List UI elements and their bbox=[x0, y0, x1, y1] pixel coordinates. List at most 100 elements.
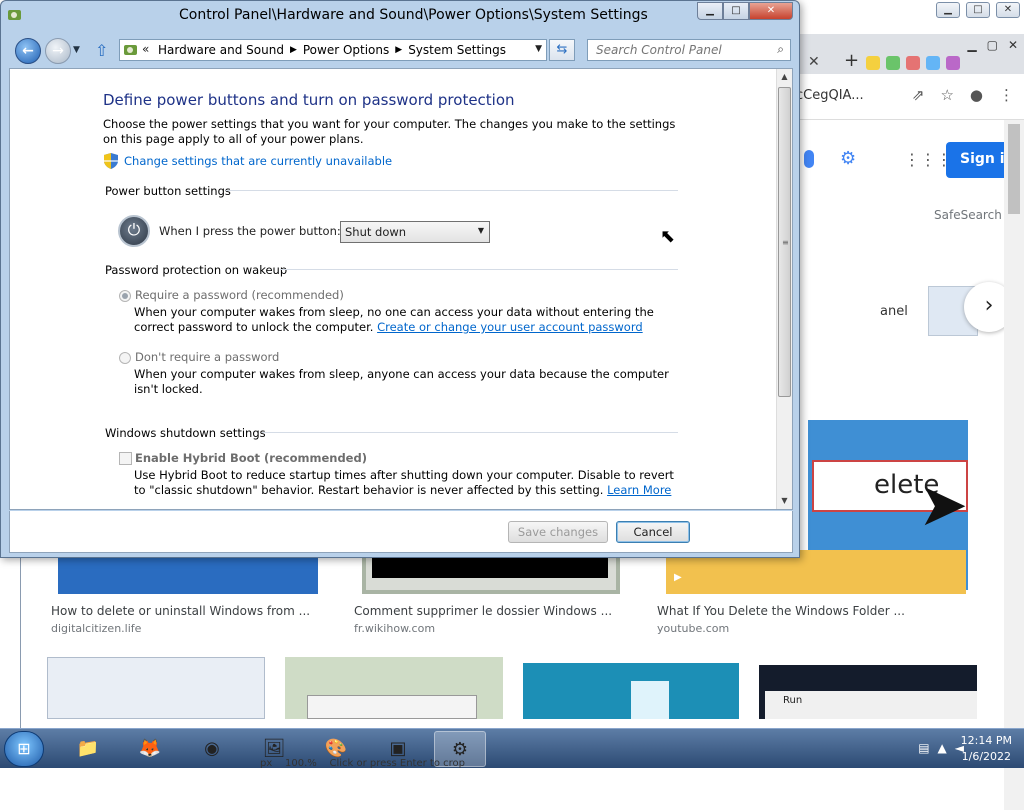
scrollbar-thumb[interactable] bbox=[1008, 124, 1020, 214]
learn-more-link[interactable]: Learn More bbox=[607, 483, 671, 497]
favicon-icon[interactable] bbox=[906, 56, 920, 70]
minimize-button[interactable]: ▁ bbox=[697, 2, 723, 20]
menu-kebab-icon[interactable]: ⋮ bbox=[999, 86, 1014, 104]
section-heading-password: Password protection on wakeup bbox=[105, 263, 288, 277]
breadcrumb-overflow-icon[interactable]: « bbox=[142, 42, 149, 56]
close-button[interactable]: ✕ bbox=[749, 2, 793, 20]
hybrid-boot-checkbox[interactable] bbox=[119, 452, 132, 465]
system-tray: ▤ ▲ ◄ bbox=[918, 741, 964, 755]
result-source[interactable]: youtube.com bbox=[657, 622, 729, 635]
power-button-action-select[interactable]: Shut down ▼ bbox=[340, 221, 490, 243]
taskbar: ⊞ 📁 🦊 ◉ 🖼 🎨 ▣ ⚙ ▤ ▲ ◄ 12:14 PM 1/6/2022 bbox=[0, 728, 1024, 768]
address-bar[interactable]: « Hardware and Sound ▶ Power Options ▶ S… bbox=[119, 39, 547, 61]
safesearch-label[interactable]: SafeSearch bbox=[934, 208, 1002, 222]
search-box[interactable]: ⌕ bbox=[587, 39, 791, 61]
save-changes-button[interactable]: Save changes bbox=[508, 521, 608, 543]
new-tab-button[interactable]: + bbox=[844, 50, 859, 71]
title-bar[interactable]: Control Panel\Hardware and Sound\Power O… bbox=[1, 1, 799, 31]
breadcrumb-separator-icon[interactable]: ▶ bbox=[290, 43, 297, 58]
file-explorer-icon[interactable]: 📁 bbox=[62, 731, 114, 767]
chevron-down-icon: ▼ bbox=[477, 226, 484, 235]
browser-close-button[interactable]: ✕ bbox=[1008, 38, 1018, 52]
page-title: Define power buttons and turn on passwor… bbox=[103, 91, 515, 109]
control-panel-icon bbox=[8, 10, 21, 20]
scroll-down-arrow-icon[interactable]: ▼ bbox=[777, 493, 792, 509]
dont-require-password-radio[interactable] bbox=[119, 352, 131, 364]
grip-icon: ≡ bbox=[782, 238, 789, 247]
result-thumbnail[interactable] bbox=[523, 663, 739, 719]
tab-favicons bbox=[866, 56, 960, 70]
apps-grid-icon[interactable]: ⋮⋮⋮ bbox=[904, 150, 952, 169]
favicon-icon[interactable] bbox=[946, 56, 960, 70]
profile-icon[interactable]: ● bbox=[970, 86, 983, 104]
bg-minimize-button[interactable]: ▁ bbox=[936, 2, 960, 18]
favicon-icon[interactable] bbox=[886, 56, 900, 70]
section-heading-shutdown: Windows shutdown settings bbox=[105, 426, 266, 440]
breadcrumb-item[interactable]: System Settings bbox=[408, 43, 506, 58]
show-hidden-icons-icon[interactable]: ▲ bbox=[938, 741, 947, 755]
control-panel-icon bbox=[124, 45, 137, 55]
breadcrumb-item[interactable]: Power Options bbox=[303, 43, 389, 58]
search-icon[interactable]: ⌕ bbox=[777, 42, 784, 57]
lens-search-icon[interactable]: ⚙ bbox=[840, 148, 856, 169]
status-text: Click or press Enter to crop bbox=[329, 758, 465, 769]
favicon-icon[interactable] bbox=[926, 56, 940, 70]
navigation-bar: ← → ▼ ⇧ « Hardware and Sound ▶ Power Opt… bbox=[1, 31, 799, 67]
firefox-icon[interactable]: 🦊 bbox=[124, 731, 176, 767]
result-thumbnail[interactable] bbox=[285, 657, 503, 719]
result-thumbnail[interactable]: Run bbox=[759, 665, 977, 719]
result-title[interactable]: How to delete or uninstall Windows from … bbox=[51, 604, 310, 618]
network-icon[interactable]: ▤ bbox=[918, 741, 929, 755]
maximize-button[interactable]: □ bbox=[723, 2, 749, 20]
browser-url[interactable]: cCegQIA... bbox=[796, 88, 864, 103]
breadcrumb-item[interactable]: Hardware and Sound bbox=[158, 43, 284, 58]
recent-pages-dropdown-icon[interactable]: ▼ bbox=[73, 45, 80, 55]
result-thumbnail[interactable] bbox=[47, 657, 265, 719]
forward-button[interactable]: → bbox=[45, 38, 71, 64]
vertical-scrollbar[interactable]: ▲ ≡ ▼ bbox=[776, 69, 792, 509]
uac-shield-icon bbox=[104, 153, 118, 169]
dont-require-password-label[interactable]: Don't require a password bbox=[135, 350, 279, 364]
clock-date: 1/6/2022 bbox=[961, 750, 1012, 763]
search-input[interactable] bbox=[594, 41, 764, 59]
back-button[interactable]: ← bbox=[15, 38, 41, 64]
scrollbar-thumb[interactable]: ≡ bbox=[778, 87, 791, 397]
require-password-radio[interactable] bbox=[119, 290, 131, 302]
result-title[interactable]: What If You Delete the Windows Folder ..… bbox=[657, 604, 905, 618]
browser-address-bar[interactable]: cCegQIA... ⇗ ☆ ● ⋮ bbox=[796, 74, 1024, 120]
bg-close-button[interactable]: ✕ bbox=[996, 2, 1020, 18]
run-dialog-label: Run bbox=[765, 691, 977, 719]
settings-content: Define power buttons and turn on passwor… bbox=[10, 69, 776, 509]
up-button[interactable]: ⇧ bbox=[95, 41, 108, 60]
browser-maximize-button[interactable]: ▢ bbox=[987, 38, 998, 52]
result-source[interactable]: digitalcitizen.life bbox=[51, 622, 141, 635]
browser-scrollbar[interactable] bbox=[1004, 120, 1024, 810]
tab-close-icon[interactable]: ✕ bbox=[808, 54, 820, 70]
cancel-button[interactable]: Cancel bbox=[616, 521, 690, 543]
browser-window-controls: ▁ ▢ ✕ bbox=[967, 38, 1018, 52]
section-divider bbox=[262, 432, 678, 433]
browser-minimize-button[interactable]: ▁ bbox=[967, 38, 976, 52]
power-icon: ⏻ bbox=[118, 215, 150, 247]
bookmark-star-icon[interactable]: ☆ bbox=[940, 86, 953, 104]
change-unavailable-settings-link[interactable]: Change settings that are currently unava… bbox=[124, 154, 392, 168]
result-title[interactable]: Comment supprimer le dossier Windows ... bbox=[354, 604, 612, 618]
chrome-icon[interactable]: ◉ bbox=[186, 731, 238, 767]
start-button[interactable]: ⊞ bbox=[4, 731, 44, 767]
favicon-icon[interactable] bbox=[866, 56, 880, 70]
section-divider bbox=[280, 269, 678, 270]
clock[interactable]: 12:14 PM 1/6/2022 bbox=[961, 733, 1012, 765]
share-icon[interactable]: ⇗ bbox=[912, 86, 925, 104]
address-dropdown-icon[interactable]: ▼ bbox=[535, 44, 542, 54]
mic-icon[interactable] bbox=[804, 150, 814, 168]
bg-maximize-button[interactable]: □ bbox=[966, 2, 990, 18]
power-button-action-value: Shut down bbox=[345, 225, 407, 239]
scroll-up-arrow-icon[interactable]: ▲ bbox=[777, 69, 792, 85]
result-source[interactable]: fr.wikihow.com bbox=[354, 622, 435, 635]
require-password-label[interactable]: Require a password (recommended) bbox=[135, 288, 344, 302]
breadcrumb-separator-icon[interactable]: ▶ bbox=[395, 43, 402, 58]
hybrid-boot-label[interactable]: Enable Hybrid Boot (recommended) bbox=[135, 451, 367, 465]
cursor-image-icon: ➤ bbox=[918, 470, 969, 540]
change-password-link[interactable]: Create or change your user account passw… bbox=[377, 320, 643, 334]
refresh-button[interactable]: ⇆ bbox=[549, 39, 575, 61]
